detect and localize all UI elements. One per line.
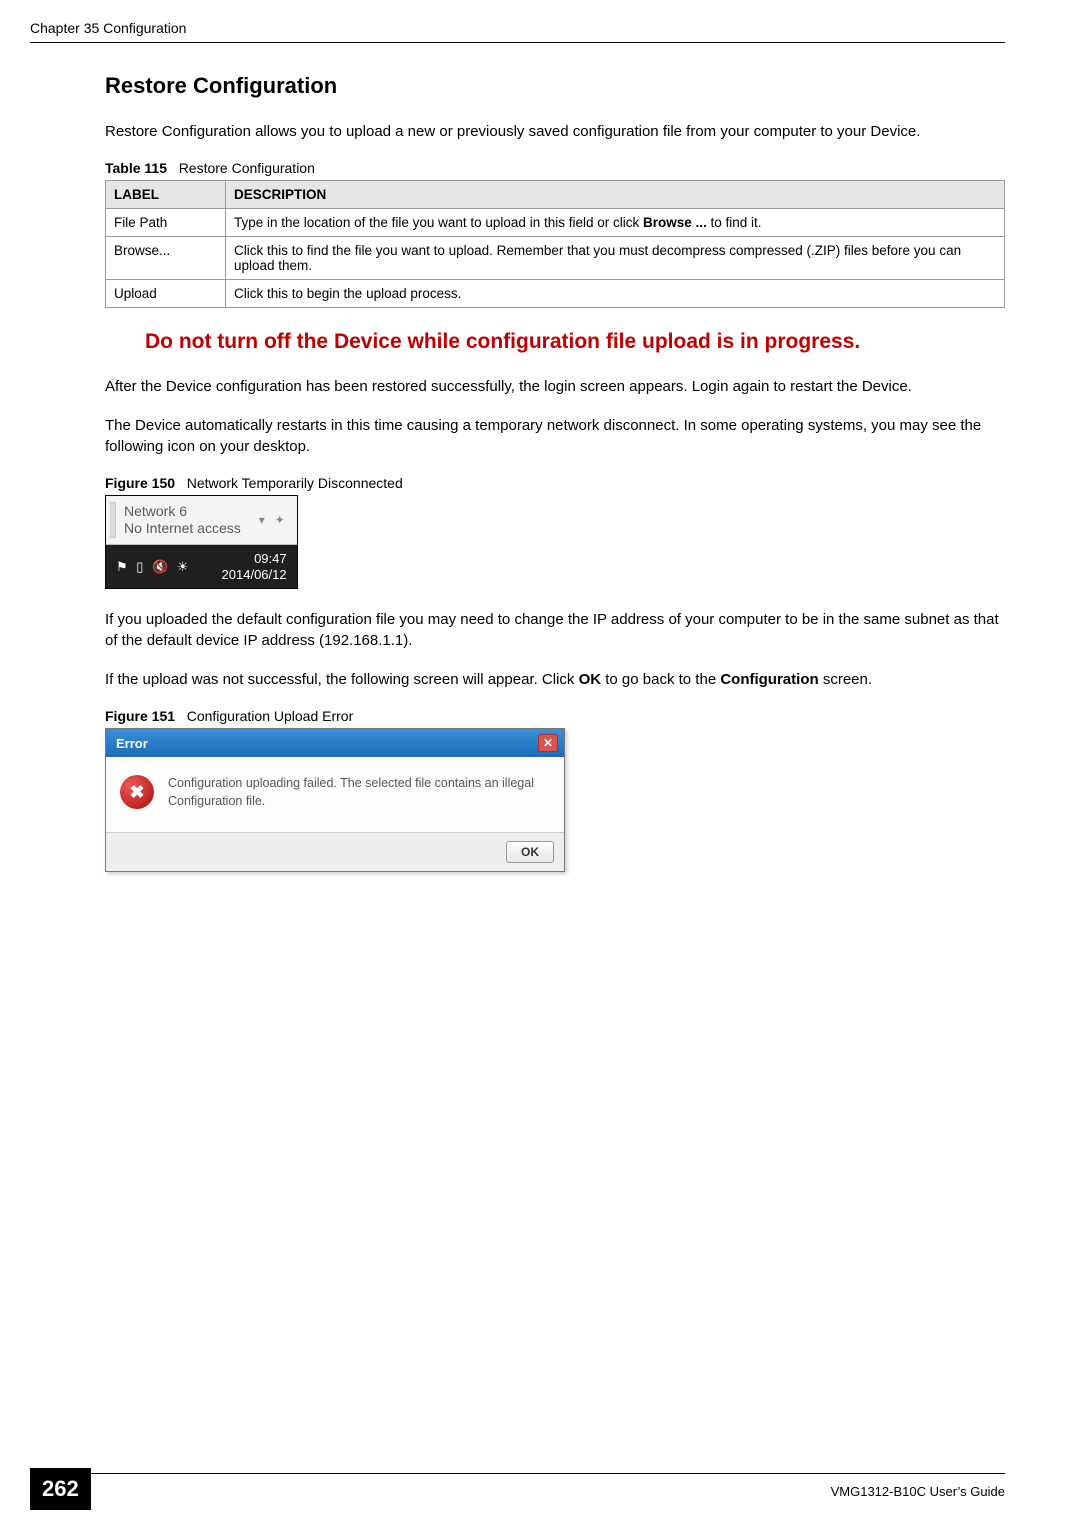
- figure-caption: Figure 150 Network Temporarily Disconnec…: [105, 475, 1005, 491]
- network-tooltip: Network 6 No Internet access ▾ ✦: [106, 496, 297, 545]
- error-message: Configuration uploading failed. The sele…: [168, 775, 550, 810]
- chapter-label: Chapter 35 Configuration: [30, 20, 186, 36]
- restore-config-table: LABEL DESCRIPTION File Path Type in the …: [105, 180, 1005, 308]
- page-number-box: 262: [30, 1468, 91, 1510]
- weather-icon: ☀: [177, 559, 189, 574]
- grip-bar: [110, 502, 116, 538]
- th-description: DESCRIPTION: [226, 181, 1005, 209]
- cell-desc: Click this to find the file you want to …: [226, 237, 1005, 280]
- table-row: Upload Click this to begin the upload pr…: [106, 280, 1005, 308]
- paragraph: The Device automatically restarts in thi…: [105, 415, 1005, 457]
- close-button[interactable]: ✕: [538, 734, 558, 752]
- volume-icon: 🔇: [152, 559, 168, 574]
- page-header: Chapter 35 Configuration: [30, 20, 1005, 43]
- figure-number: Figure 151: [105, 708, 175, 724]
- table-header-row: LABEL DESCRIPTION: [106, 181, 1005, 209]
- error-dialog: Error ✕ ✖ Configuration uploading failed…: [105, 728, 565, 872]
- cell-desc: Click this to begin the upload process.: [226, 280, 1005, 308]
- section-title: Restore Configuration: [105, 73, 1005, 99]
- network-disconnected-figure: Network 6 No Internet access ▾ ✦ ⚑ ▯ 🔇 ☀…: [105, 495, 298, 589]
- figure-number: Figure 150: [105, 475, 175, 491]
- figure-title: Configuration Upload Error: [187, 708, 354, 724]
- intro-paragraph: Restore Configuration allows you to uplo…: [105, 121, 1005, 142]
- dialog-footer: OK: [106, 832, 564, 871]
- cell-label: File Path: [106, 209, 226, 237]
- table-row: File Path Type in the location of the fi…: [106, 209, 1005, 237]
- paragraph: After the Device configuration has been …: [105, 376, 1005, 397]
- close-icon: ✕: [543, 736, 553, 750]
- network-icon: ▯: [136, 559, 143, 574]
- ok-button[interactable]: OK: [506, 841, 554, 863]
- plus-icon: ✦: [275, 513, 285, 527]
- network-name: Network 6: [124, 503, 241, 520]
- dialog-body: ✖ Configuration uploading failed. The se…: [106, 757, 564, 832]
- cell-label: Upload: [106, 280, 226, 308]
- page-number: 262: [30, 1468, 91, 1510]
- paragraph: If the upload was not successful, the fo…: [105, 669, 1005, 690]
- error-icon: ✖: [120, 775, 154, 809]
- main-content: Restore Configuration Restore Configurat…: [105, 73, 1005, 872]
- table-caption: Table 115 Restore Configuration: [105, 160, 1005, 176]
- figure-caption: Figure 151 Configuration Upload Error: [105, 708, 1005, 724]
- th-label: LABEL: [106, 181, 226, 209]
- tray-date: 2014/06/12: [222, 567, 287, 583]
- footer-guide-title: VMG1312-B10C User’s Guide: [30, 1480, 1005, 1499]
- tray-clock: 09:47 2014/06/12: [222, 551, 287, 582]
- table-title: Restore Configuration: [179, 160, 315, 176]
- dropdown-icon: ▾: [259, 513, 265, 527]
- dialog-titlebar: Error ✕: [106, 729, 564, 757]
- page-footer: 262 VMG1312-B10C User’s Guide: [30, 1473, 1005, 1499]
- warning-text: Do not turn off the Device while configu…: [145, 330, 1005, 354]
- tooltip-text: Network 6 No Internet access: [124, 503, 241, 537]
- flag-icon: ⚑: [116, 559, 128, 574]
- cell-desc: Type in the location of the file you wan…: [226, 209, 1005, 237]
- tray-icons: ⚑ ▯ 🔇 ☀: [116, 559, 194, 575]
- cell-label: Browse...: [106, 237, 226, 280]
- table-row: Browse... Click this to find the file yo…: [106, 237, 1005, 280]
- table-number: Table 115: [105, 160, 167, 176]
- system-tray: ⚑ ▯ 🔇 ☀ 09:47 2014/06/12: [106, 545, 297, 588]
- paragraph: If you uploaded the default configuratio…: [105, 609, 1005, 651]
- tray-time: 09:47: [222, 551, 287, 567]
- tooltip-controls: ▾ ✦: [259, 513, 285, 527]
- figure-title: Network Temporarily Disconnected: [187, 475, 403, 491]
- dialog-title: Error: [116, 736, 148, 751]
- network-status: No Internet access: [124, 520, 241, 537]
